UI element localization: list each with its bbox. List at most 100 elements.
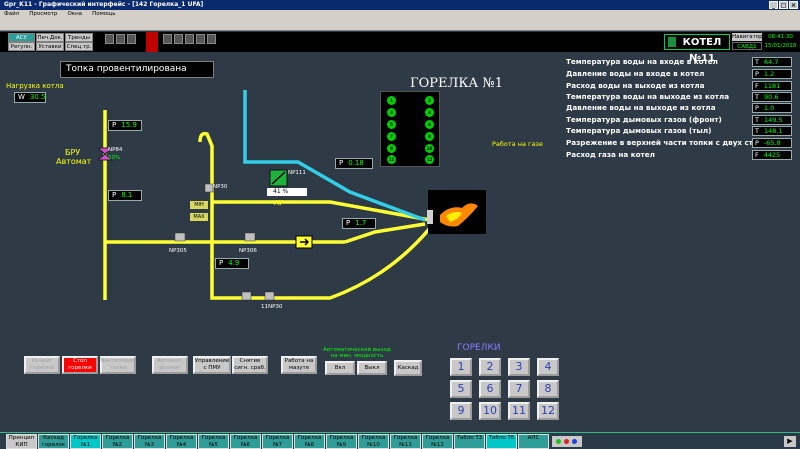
tab-cascade[interactable]: Каскад горелок xyxy=(38,434,69,449)
reading-value: P 1.0 xyxy=(752,103,792,113)
boiler-load-value: W 30.5 xyxy=(14,92,46,103)
tab-burner-7[interactable]: Горелка №7 xyxy=(262,434,293,449)
flame-led-panel: 1 2 3 4 5 6 7 8 9 10 11 12 xyxy=(380,91,440,167)
ventilation-button[interactable]: Вентиляция топки xyxy=(100,356,136,374)
burner-select-button[interactable]: 12 xyxy=(537,402,559,420)
reading-value: T 149.5 xyxy=(752,115,792,125)
reading-value: P -65.8 xyxy=(752,138,792,148)
burner-work-mode: Работа на газе xyxy=(492,140,543,148)
max-indicator: МАХ xyxy=(190,213,208,221)
au-label: АУ xyxy=(274,199,284,207)
led: 11 xyxy=(387,155,396,164)
tab-principle[interactable]: Принцип КИП xyxy=(6,434,37,449)
burner-select-button[interactable]: 8 xyxy=(537,380,559,398)
valve-np30-icon xyxy=(204,183,214,193)
led: 1 xyxy=(387,96,396,105)
burners-title: ГОРЕЛКИ xyxy=(457,343,501,353)
valve-np305-label: NP305 xyxy=(169,248,187,254)
led: 3 xyxy=(387,108,396,117)
reading-value: P 1.2 xyxy=(752,69,792,79)
reading-label: Разрежение в верхней части топки с двух … xyxy=(566,138,764,147)
valve-11np30-icon xyxy=(264,291,275,301)
tab-burner-5[interactable]: Горелка №5 xyxy=(198,434,229,449)
cascade-button[interactable]: Каскад xyxy=(394,360,422,376)
next-arrow-icon[interactable]: ▶ xyxy=(784,436,796,447)
burner-select-button[interactable]: 10 xyxy=(479,402,501,420)
burner-title: ГОРЕЛКА №1 xyxy=(410,76,503,91)
reading-value: T 148.1 xyxy=(752,126,792,136)
led: 4 xyxy=(425,108,434,117)
tab-burner-9[interactable]: Горелка №9 xyxy=(326,434,357,449)
auto-ignite-button[interactable]: Автомат. розжиг xyxy=(152,356,188,374)
tab-board-t3[interactable]: Табло Т3 xyxy=(454,434,485,449)
tab-burner-3[interactable]: Горелка №3 xyxy=(134,434,165,449)
reading-label: Температура дымовых газов (фронт) xyxy=(566,115,722,124)
valve-np111-label: NP111 xyxy=(288,170,306,176)
tab-burner-2[interactable]: Горелка №2 xyxy=(102,434,133,449)
burner-select-button[interactable]: 3 xyxy=(508,358,530,376)
tab-board-t6[interactable]: Табло Т6 xyxy=(486,434,517,449)
tab-burner-10[interactable]: Горелка №10 xyxy=(358,434,389,449)
reading-label: Давление воды на выходе из котла xyxy=(566,103,716,112)
pressure-p5: P 4.9 xyxy=(215,258,249,269)
pressure-p2: P 8.1 xyxy=(108,190,142,201)
min-indicator: МІН xyxy=(190,201,208,209)
reset-signal-button[interactable]: Снятие сигн. сраб. xyxy=(232,356,268,374)
color-legend-icon[interactable] xyxy=(552,436,582,447)
tab-aps[interactable]: АПС xyxy=(518,434,549,449)
burner-select-button[interactable]: 4 xyxy=(537,358,559,376)
burner-nozzle-icon xyxy=(427,210,433,224)
reading-label: Расход воды на выходе из котла xyxy=(566,81,705,90)
led: 12 xyxy=(425,155,434,164)
reading-label: Температура воды на входе в котел xyxy=(566,57,718,66)
led: 7 xyxy=(387,132,396,141)
burner-select-button[interactable]: 7 xyxy=(508,380,530,398)
burner-select-button[interactable]: 2 xyxy=(479,358,501,376)
boiler-load-label: Нагрузка котла xyxy=(6,82,64,90)
ignite-button[interactable]: Разжиг горелки xyxy=(24,356,60,374)
burner-select-button[interactable]: 5 xyxy=(450,380,472,398)
valve-11np30-label: 11NP30 xyxy=(261,304,283,310)
au-percent-bar: 41 % xyxy=(267,188,307,196)
valve-np84-percent: 50% xyxy=(108,155,121,161)
auto-on-button[interactable]: Вкл xyxy=(325,361,355,375)
auto-off-button[interactable]: Выкл xyxy=(357,361,387,375)
reading-value: F 1181 xyxy=(752,81,792,91)
pressure-p4: P 1.7 xyxy=(342,218,376,229)
led: 2 xyxy=(425,96,434,105)
burner-select-button[interactable]: 6 xyxy=(479,380,501,398)
reading-value: T 90.6 xyxy=(752,92,792,102)
burner-select-button[interactable]: 9 xyxy=(450,402,472,420)
valve-np305-icon xyxy=(174,232,186,242)
burner-select-button[interactable]: 11 xyxy=(508,402,530,420)
pmu-control-button[interactable]: Управление с ПМУ xyxy=(193,356,231,374)
led: 6 xyxy=(425,120,434,129)
stop-burner-button[interactable]: Стоп горелки xyxy=(62,356,98,374)
reading-label: Температура дымовых газов (тыл) xyxy=(566,126,712,135)
valve-np306-label: NP306 xyxy=(239,248,257,254)
pressure-p3: P 0.18 xyxy=(335,158,373,169)
valve-np84-label: NP84 xyxy=(108,147,123,153)
bru-mode: Автомат xyxy=(56,157,92,166)
reading-label: Давление воды на входе в котел xyxy=(566,69,705,78)
auto-min-title: Автоматический выход на мин. мощность xyxy=(323,347,391,359)
fuel-oil-button[interactable]: Работа на мазуте xyxy=(281,356,317,374)
reading-label: Расход газа на котел xyxy=(566,150,655,159)
valve-icon xyxy=(241,291,252,301)
tab-burner-1[interactable]: Горелка №1 xyxy=(70,434,101,449)
tab-burner-6[interactable]: Горелка №6 xyxy=(230,434,261,449)
valve-np30-label: NP30 xyxy=(213,184,228,190)
bru-label: БРУ xyxy=(65,148,81,157)
led: 9 xyxy=(387,144,396,153)
led: 8 xyxy=(425,132,434,141)
tab-burner-8[interactable]: Горелка №8 xyxy=(294,434,325,449)
tab-burner-11[interactable]: Горелка №11 xyxy=(390,434,421,449)
tab-burner-4[interactable]: Горелка №4 xyxy=(166,434,197,449)
reading-label: Температура воды на выходе из котла xyxy=(566,92,730,101)
led: 10 xyxy=(425,144,434,153)
led: 5 xyxy=(387,120,396,129)
pressure-p1: P 15.9 xyxy=(108,120,142,131)
burner-select-button[interactable]: 1 xyxy=(450,358,472,376)
status-banner: Топка провентилирована xyxy=(60,61,214,78)
tab-burner-12[interactable]: Горелка №12 xyxy=(422,434,453,449)
